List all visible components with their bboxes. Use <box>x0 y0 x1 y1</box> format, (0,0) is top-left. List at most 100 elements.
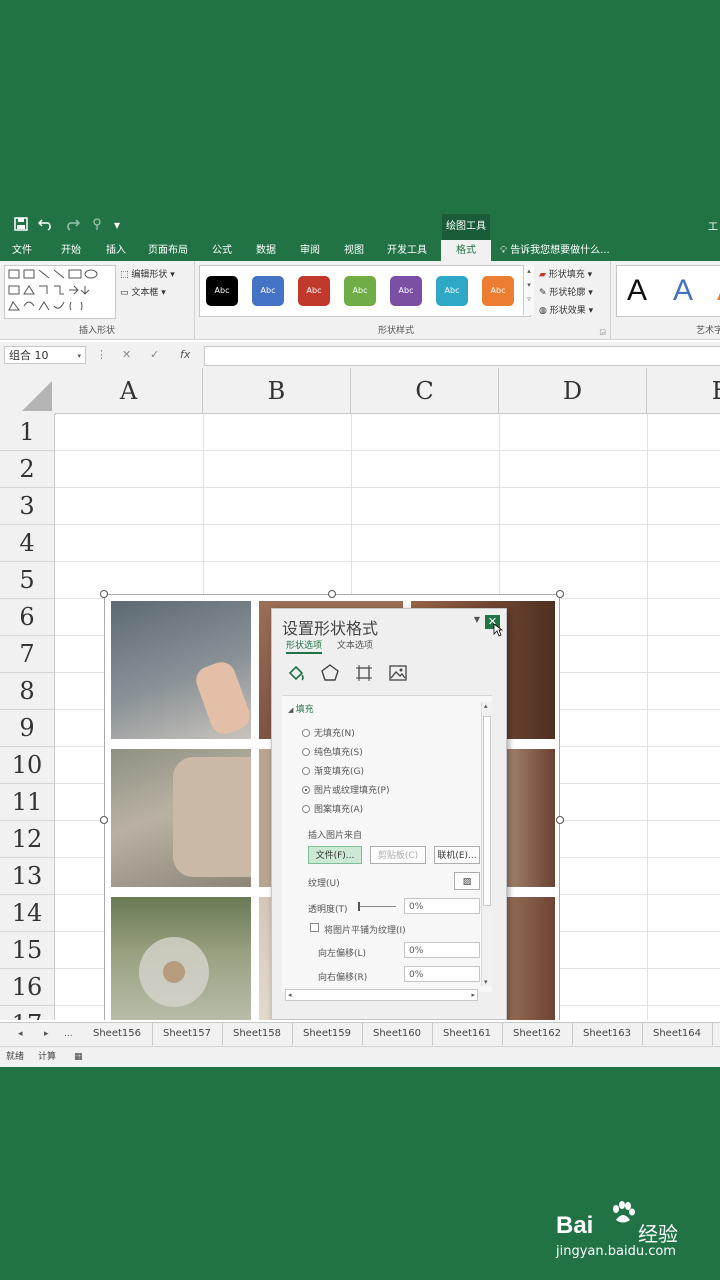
row-header-14[interactable]: 14 <box>0 895 55 932</box>
name-box[interactable]: 组合 10 ▾ <box>4 346 86 364</box>
select-all-button[interactable] <box>0 368 56 415</box>
sheet-tab-sheet163[interactable]: Sheet163 <box>572 1023 643 1045</box>
picture-icon[interactable] <box>388 663 408 683</box>
radio-no-fill[interactable]: 无填充(N) <box>302 726 355 739</box>
undo-icon[interactable] <box>37 217 54 234</box>
resize-handle-e[interactable] <box>556 816 564 824</box>
column-header-d[interactable]: D <box>499 368 647 414</box>
style-swatch-orange[interactable]: Abc <box>482 276 514 306</box>
touch-mode-icon[interactable] <box>90 217 104 234</box>
style-swatch-purple[interactable]: Abc <box>390 276 422 306</box>
radio-gradient-fill[interactable]: 渐变填充(G) <box>302 764 364 777</box>
status-calculate[interactable]: 计算 <box>38 1047 56 1067</box>
resize-handle-n[interactable] <box>328 590 336 598</box>
row-header-11[interactable]: 11 <box>0 784 55 821</box>
row-header-7[interactable]: 7 <box>0 636 55 673</box>
wordart-style-blue[interactable]: A <box>673 274 693 308</box>
scroll-up-icon[interactable]: ▴ <box>484 702 488 710</box>
tab-format[interactable]: 格式 <box>441 240 491 261</box>
column-header-a[interactable]: A <box>55 368 203 414</box>
file-button[interactable]: 文件(F)... <box>308 846 362 864</box>
insert-function-icon[interactable]: fx <box>180 346 190 364</box>
tab-text-options[interactable]: 文本选项 <box>337 641 373 651</box>
sheet-tab-sheet164[interactable]: Sheet164 <box>642 1023 713 1045</box>
column-header-c[interactable]: C <box>351 368 499 414</box>
shape-outline-button[interactable]: ✎ 形状轮廓 ▾ <box>539 285 593 298</box>
row-header-10[interactable]: 10 <box>0 747 55 784</box>
row-header-5[interactable]: 5 <box>0 562 55 599</box>
pane-vertical-scrollbar[interactable]: ▴ ▾ <box>481 702 492 986</box>
texture-picker[interactable]: ▨ <box>454 872 480 890</box>
tab-developer[interactable]: 开发工具 <box>380 240 434 261</box>
sheet-tab-sheet156[interactable]: Sheet156 <box>82 1023 153 1045</box>
sheet-next-icon[interactable]: ▸ <box>44 1023 49 1045</box>
sheet-tab-sheet161[interactable]: Sheet161 <box>432 1023 503 1045</box>
tab-file[interactable]: 文件 <box>2 240 42 261</box>
radio-solid-fill[interactable]: 纯色填充(S) <box>302 745 363 758</box>
scroll-right-icon[interactable]: ▸ <box>471 991 475 999</box>
style-swatch-red[interactable]: Abc <box>298 276 330 306</box>
enter-icon[interactable]: ✓ <box>150 346 159 364</box>
scroll-thumb[interactable] <box>483 716 491 906</box>
row-header-9[interactable]: 9 <box>0 710 55 747</box>
shape-fill-button[interactable]: ▰ 形状填充 ▾ <box>539 267 592 280</box>
style-swatch-black[interactable]: Abc <box>206 276 238 306</box>
tab-formulas[interactable]: 公式 <box>202 240 242 261</box>
size-properties-icon[interactable] <box>354 663 374 683</box>
customize-qat-button[interactable]: ▾ <box>114 218 120 232</box>
transparency-field[interactable]: 0% <box>404 898 480 914</box>
sheet-tab-sheet158[interactable]: Sheet158 <box>222 1023 293 1045</box>
tab-data[interactable]: 数据 <box>246 240 286 261</box>
sheet-more-button[interactable]: ... <box>64 1023 73 1045</box>
online-button[interactable]: 联机(E)... <box>434 846 480 864</box>
resize-handle-nw[interactable] <box>100 590 108 598</box>
row-header-8[interactable]: 8 <box>0 673 55 710</box>
tab-insert[interactable]: 插入 <box>96 240 136 261</box>
fill-line-icon[interactable] <box>286 663 306 683</box>
column-header-b[interactable]: B <box>203 368 351 414</box>
row-header-16[interactable]: 16 <box>0 969 55 1006</box>
shapes-gallery[interactable] <box>4 265 116 319</box>
row-header-17[interactable]: 17 <box>0 1006 55 1020</box>
redo-icon[interactable] <box>64 217 81 234</box>
row-header-4[interactable]: 4 <box>0 525 55 562</box>
column-header-e[interactable]: E <box>647 368 720 414</box>
sheet-tab-sheet157[interactable]: Sheet157 <box>152 1023 223 1045</box>
tile-checkbox[interactable] <box>310 923 319 932</box>
style-swatch-blue[interactable]: Abc <box>252 276 284 306</box>
sheet-tab-sheet160[interactable]: Sheet160 <box>362 1023 433 1045</box>
tab-view[interactable]: 视图 <box>334 240 374 261</box>
scroll-down-icon[interactable]: ▾ <box>484 978 488 986</box>
clipboard-button[interactable]: 剪贴板(C) <box>370 846 426 864</box>
tab-page-layout[interactable]: 页面布局 <box>142 240 194 261</box>
macro-record-icon[interactable]: ▦ <box>74 1047 83 1067</box>
edit-shape-button[interactable]: ⬚ 编辑形状 ▾ <box>120 267 175 280</box>
slider-thumb[interactable] <box>358 902 360 911</box>
shape-effects-button[interactable]: ◍ 形状效果 ▾ <box>539 303 593 316</box>
text-box-button[interactable]: ▭ 文本框 ▾ <box>120 285 166 298</box>
row-header-6[interactable]: 6 <box>0 599 55 636</box>
style-swatch-cyan[interactable]: Abc <box>436 276 468 306</box>
gallery-scrollbar[interactable]: ▴ ▾ ▿ <box>523 265 534 315</box>
fill-section-header[interactable]: ◢ 填充 <box>288 702 314 715</box>
row-header-1[interactable]: 1 <box>0 414 55 451</box>
sheet-tab-sheet162[interactable]: Sheet162 <box>502 1023 573 1045</box>
formula-input[interactable] <box>204 346 720 366</box>
cancel-icon[interactable]: ✕ <box>122 346 131 364</box>
row-header-3[interactable]: 3 <box>0 488 55 525</box>
tab-shape-options[interactable]: 形状选项 <box>286 641 323 654</box>
row-header-12[interactable]: 12 <box>0 821 55 858</box>
resize-handle-ne[interactable] <box>556 590 564 598</box>
offset-right-field[interactable]: 0% <box>404 966 480 982</box>
worksheet-grid[interactable]: A B C D E 1234567891011121314151617 <box>0 368 720 1020</box>
radio-picture-fill[interactable]: 图片或纹理填充(P) <box>302 783 389 796</box>
row-header-15[interactable]: 15 <box>0 932 55 969</box>
save-icon[interactable] <box>14 216 28 234</box>
row-header-13[interactable]: 13 <box>0 858 55 895</box>
wordart-style-black[interactable]: A <box>627 274 647 308</box>
pane-options-chevron-icon[interactable]: ▼ <box>474 615 480 624</box>
sheet-tab-sheet159[interactable]: Sheet159 <box>292 1023 363 1045</box>
tell-me-box[interactable]: 💡︎ 告诉我您想要做什么... <box>500 240 610 261</box>
offset-left-field[interactable]: 0% <box>404 942 480 958</box>
tab-review[interactable]: 审阅 <box>290 240 330 261</box>
